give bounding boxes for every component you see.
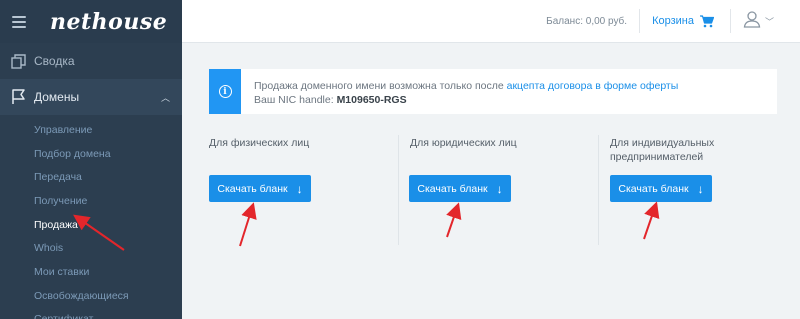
annotation-arrow — [239, 202, 257, 247]
annotation-arrows — [73, 201, 660, 251]
annotation-arrow — [643, 201, 660, 240]
annotation-arrow — [446, 202, 462, 238]
annotation-arrow — [73, 214, 125, 251]
